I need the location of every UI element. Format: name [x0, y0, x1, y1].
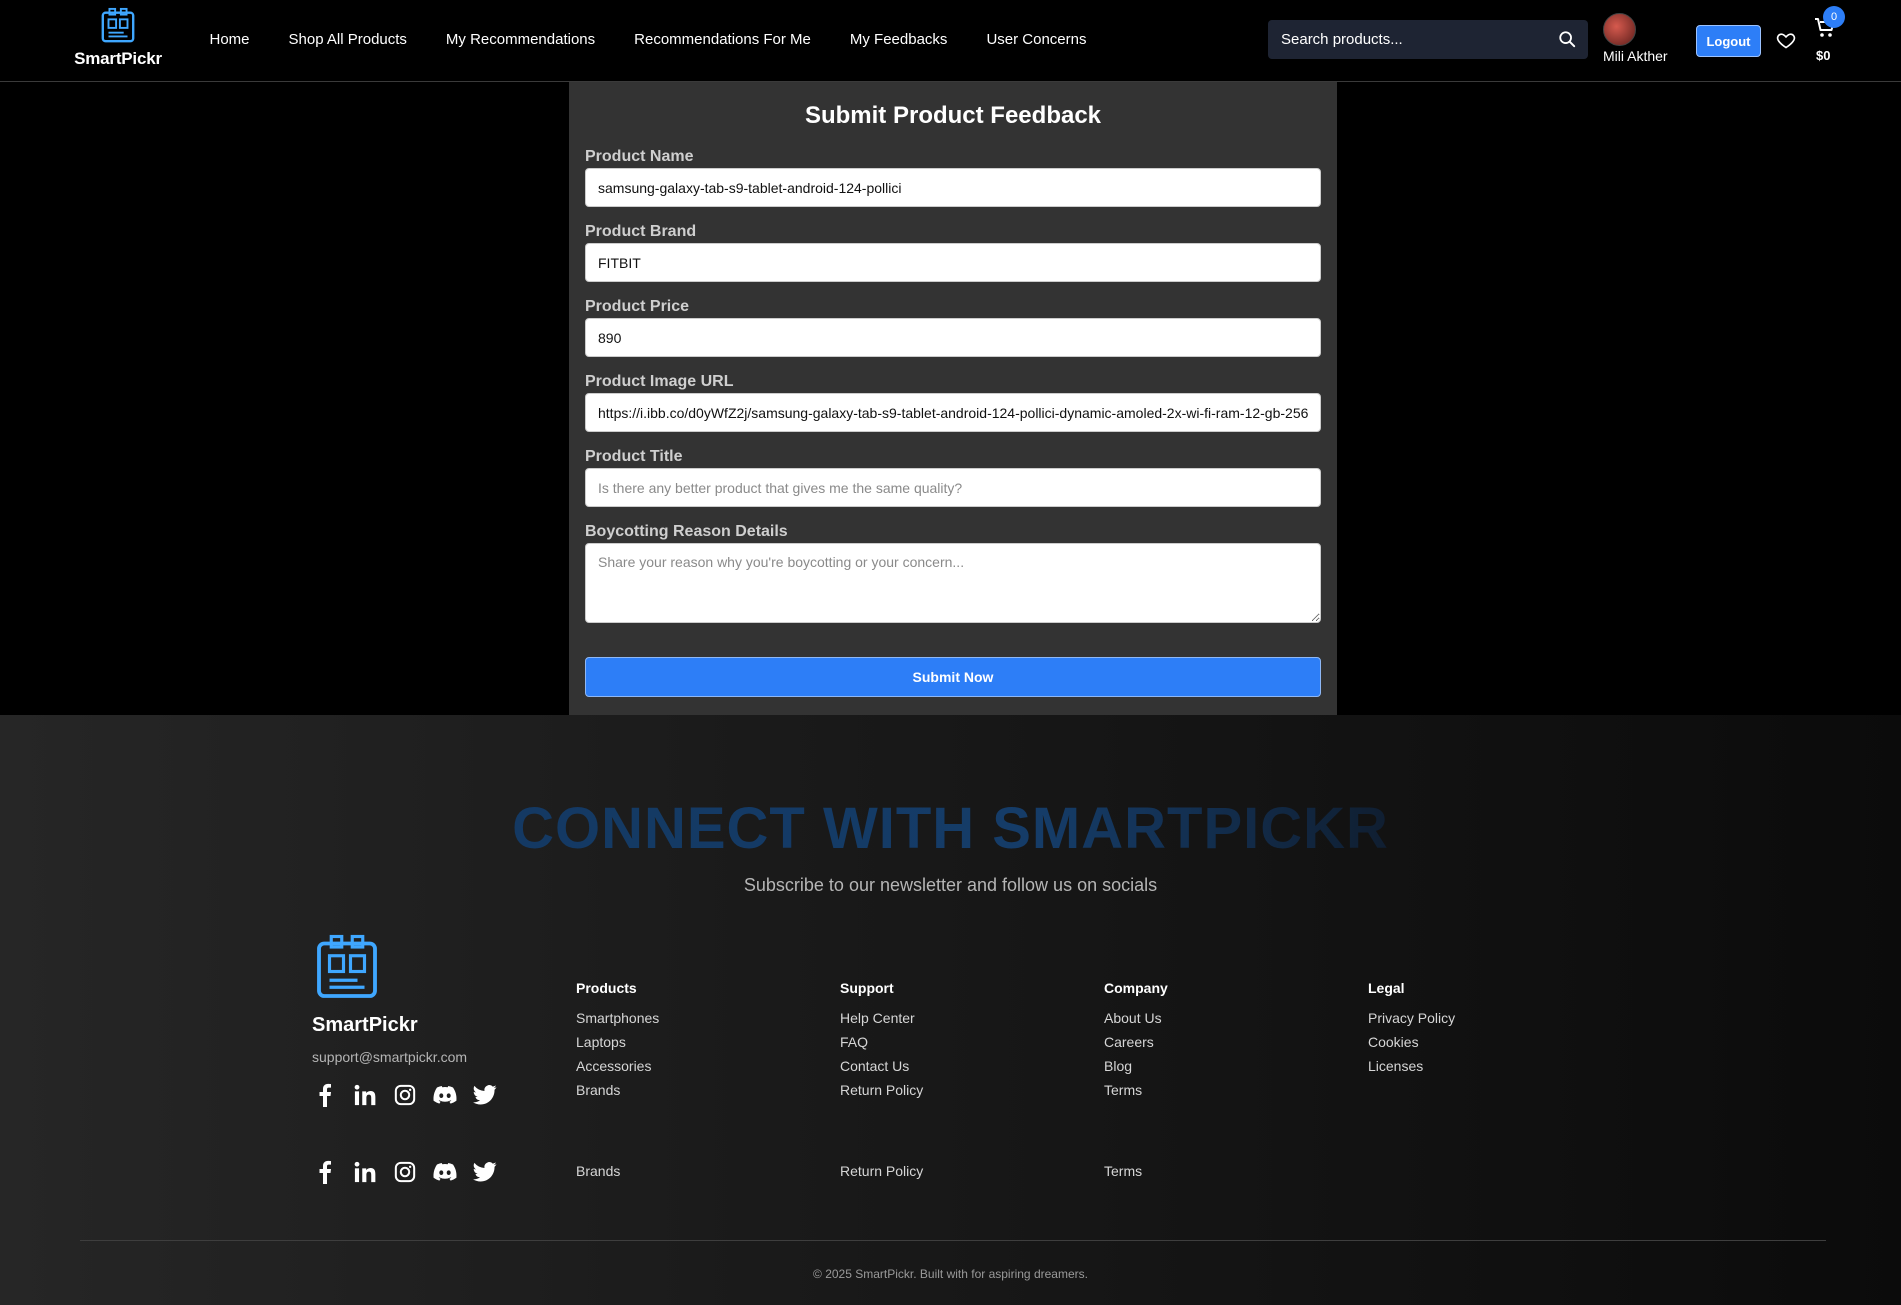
product-image-url-label: Product Image URL: [585, 373, 734, 390]
copyright-text: © 2025 SmartPickr. Built with for aspiri…: [813, 1267, 1088, 1281]
logout-button[interactable]: Logout: [1696, 25, 1761, 57]
col-title-products: Products: [576, 980, 637, 996]
product-title-label: Product Title: [585, 448, 683, 465]
product-price-group: Product Price: [585, 298, 1321, 357]
product-name-label: Product Name: [585, 148, 694, 165]
product-name-group: Product Name: [585, 148, 1321, 207]
feedback-form-panel: Submit Product Feedback Product Name Pro…: [569, 82, 1337, 715]
footer-brand-name: SmartPickr: [312, 1014, 418, 1036]
boycott-reason-textarea[interactable]: [585, 543, 1321, 623]
top-navbar: SmartPickr Home Shop All Products My Rec…: [0, 0, 1901, 82]
footer-link-brands-duplicate[interactable]: Brands: [576, 1163, 620, 1179]
footer-link-help-center[interactable]: Help Center: [840, 1010, 923, 1026]
product-title-group: Product Title: [585, 448, 1321, 507]
footer-link-careers[interactable]: Careers: [1104, 1034, 1168, 1050]
footer-email[interactable]: support@smartpickr.com: [312, 1049, 467, 1065]
boycott-reason-label: Boycotting Reason Details: [585, 523, 788, 540]
site-footer: CONNECT WITH SMARTPICKR Subscribe to our…: [0, 715, 1901, 1305]
nav-my-feedbacks[interactable]: My Feedbacks: [830, 31, 967, 48]
boycott-reason-group: Boycotting Reason Details: [585, 523, 1321, 628]
search-input[interactable]: [1268, 20, 1588, 59]
logo-icon: [101, 7, 135, 43]
footer-divider: [80, 1240, 1826, 1241]
footer-link-terms-duplicate[interactable]: Terms: [1104, 1163, 1142, 1179]
logo-text: SmartPickr: [74, 49, 162, 68]
footer-link-return-policy-duplicate[interactable]: Return Policy: [840, 1163, 923, 1179]
social-links-duplicate: [312, 1159, 497, 1184]
newsletter-subtitle: Subscribe to our newsletter and follow u…: [743, 875, 1158, 895]
product-image-url-group: Product Image URL: [585, 373, 1321, 432]
main-nav: Home Shop All Products My Recommendation…: [190, 31, 1106, 48]
page-title: Submit Product Feedback: [804, 102, 1102, 129]
instagram-icon[interactable]: [392, 1159, 417, 1184]
twitter-icon[interactable]: [472, 1159, 497, 1184]
footer-link-terms[interactable]: Terms: [1104, 1082, 1168, 1098]
footer-col-company: Company About Us Careers Blog Terms: [1104, 980, 1168, 1106]
linkedin-icon[interactable]: [352, 1159, 377, 1184]
footer-link-cookies[interactable]: Cookies: [1368, 1034, 1455, 1050]
footer-col-products: Products Smartphones Laptops Accessories…: [576, 980, 659, 1106]
footer-link-licenses[interactable]: Licenses: [1368, 1058, 1455, 1074]
discord-icon[interactable]: [432, 1082, 457, 1107]
col-title-company: Company: [1104, 980, 1168, 996]
linkedin-icon[interactable]: [352, 1082, 377, 1107]
product-title-input[interactable]: [585, 468, 1321, 507]
footer-col-legal: Legal Privacy Policy Cookies Licenses: [1368, 980, 1455, 1082]
footer-col-support: Support Help Center FAQ Contact Us Retur…: [840, 980, 923, 1106]
user-avatar[interactable]: [1603, 13, 1636, 46]
cart-count-badge: 0: [1823, 6, 1845, 28]
twitter-icon[interactable]: [472, 1082, 497, 1107]
product-brand-group: Product Brand: [585, 223, 1321, 282]
connect-heading: CONNECT WITH SMARTPICKR: [0, 795, 1901, 862]
brand-logo[interactable]: SmartPickr: [68, 7, 168, 71]
facebook-icon[interactable]: [312, 1159, 337, 1184]
product-name-input[interactable]: [585, 168, 1321, 207]
product-price-input[interactable]: [585, 318, 1321, 357]
search-icon[interactable]: [1558, 30, 1576, 53]
nav-recommendations-for-me[interactable]: Recommendations For Me: [615, 31, 831, 48]
instagram-icon[interactable]: [392, 1082, 417, 1107]
social-links: [312, 1082, 497, 1107]
footer-link-about-us[interactable]: About Us: [1104, 1010, 1168, 1026]
discord-icon[interactable]: [432, 1159, 457, 1184]
username: Mili Akther: [1603, 48, 1668, 64]
product-price-label: Product Price: [585, 298, 690, 315]
nav-home[interactable]: Home: [190, 31, 269, 48]
nav-my-recommendations[interactable]: My Recommendations: [426, 31, 614, 48]
heart-icon[interactable]: [1776, 30, 1796, 55]
nav-shop-all-products[interactable]: Shop All Products: [269, 31, 426, 48]
footer-link-privacy-policy[interactable]: Privacy Policy: [1368, 1010, 1455, 1026]
footer-link-faq[interactable]: FAQ: [840, 1034, 923, 1050]
footer-link-accessories[interactable]: Accessories: [576, 1058, 659, 1074]
nav-user-concerns[interactable]: User Concerns: [967, 31, 1106, 48]
col-title-legal: Legal: [1368, 980, 1405, 996]
product-image-url-input[interactable]: [585, 393, 1321, 432]
search-bar: [1268, 20, 1588, 59]
footer-link-laptops[interactable]: Laptops: [576, 1034, 659, 1050]
footer-link-return-policy[interactable]: Return Policy: [840, 1082, 923, 1098]
footer-link-brands[interactable]: Brands: [576, 1082, 659, 1098]
facebook-icon[interactable]: [312, 1082, 337, 1107]
footer-link-smartphones[interactable]: Smartphones: [576, 1010, 659, 1026]
col-title-support: Support: [840, 980, 894, 996]
submit-button[interactable]: Submit Now: [585, 657, 1321, 697]
footer-link-contact-us[interactable]: Contact Us: [840, 1058, 923, 1074]
footer-logo-icon[interactable]: [312, 933, 382, 1008]
product-brand-input[interactable]: [585, 243, 1321, 282]
cart-total: $0: [1816, 48, 1831, 63]
product-brand-label: Product Brand: [585, 223, 697, 240]
footer-link-blog[interactable]: Blog: [1104, 1058, 1168, 1074]
